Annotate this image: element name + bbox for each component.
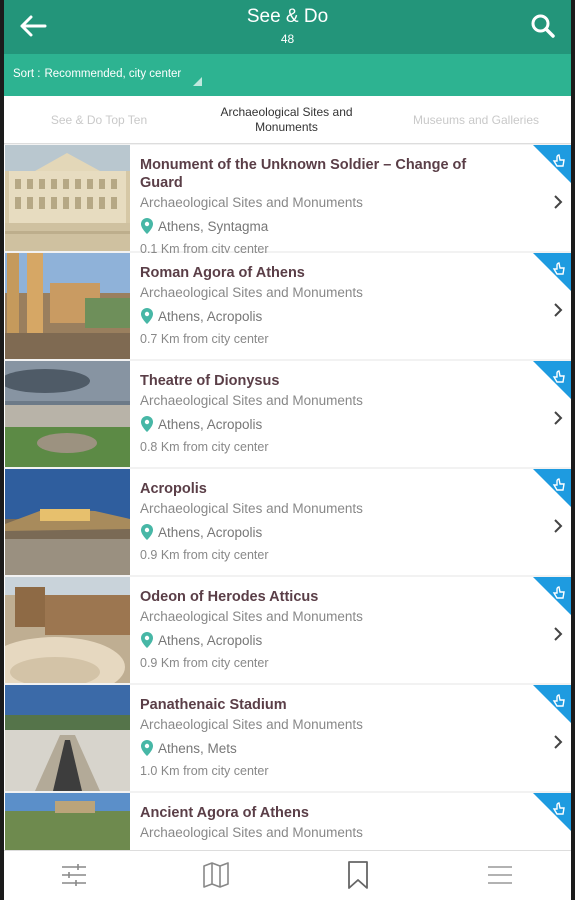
item-title: Odeon of Herodes Atticus [140,589,319,605]
app-screen: See & Do 48 Sort : Recommended, city cent… [4,0,571,900]
item-category: Archaeological Sites and Monuments [140,609,363,624]
sort-selector[interactable]: Sort : Recommended, city center [4,54,571,96]
list-item[interactable]: Panathenaic Stadium Archaeological Sites… [4,685,571,791]
tab-museums[interactable]: Museums and Galleries [396,96,556,144]
sort-text: Sort : Recommended, city center [13,68,181,80]
thumbs-up-badge-icon [533,685,571,723]
item-location: Athens, Mets [140,739,237,757]
item-location: Athens, Acropolis [140,307,262,325]
thumbs-up-badge-icon [533,793,571,831]
item-title: Ancient Agora of Athens [140,805,309,821]
sort-label: Sort : [13,68,41,80]
list-item[interactable]: Odeon of Herodes Atticus Archaeological … [4,577,571,683]
item-location-text: Athens, Acropolis [158,417,263,432]
item-location-text: Athens, Acropolis [158,525,263,540]
item-photo [5,361,130,467]
item-category: Archaeological Sites and Monuments [140,825,363,840]
item-location-text: Athens, Syntagma [158,219,269,234]
item-title: Roman Agora of Athens [140,265,305,281]
tab-top-ten[interactable]: See & Do Top Ten [24,96,174,144]
item-location: Athens, Acropolis [140,415,262,433]
map-pin-icon [141,524,153,540]
filter-icon[interactable] [58,859,90,891]
bookmark-icon[interactable] [342,859,374,891]
category-tabs: See & Do Top Ten Archaeological Sites an… [4,96,571,144]
map-pin-icon [141,308,153,324]
item-location-text: Athens, Acropolis [158,633,263,648]
app-bar: See & Do 48 [4,0,571,54]
item-location: Athens, Syntagma [140,217,268,235]
item-category: Archaeological Sites and Monuments [140,195,363,210]
item-distance: 1.0 Km from city center [140,764,269,778]
item-distance: 0.9 Km from city center [140,656,269,670]
map-pin-icon [141,740,153,756]
item-location-text: Athens, Mets [158,741,237,756]
item-photo [5,469,130,575]
list-item[interactable]: Theatre of Dionysus Archaeological Sites… [4,361,571,467]
thumbs-up-badge-icon [533,361,571,399]
tab-archaeological-sites[interactable]: Archaeological Sites and Monuments [204,96,369,144]
item-category: Archaeological Sites and Monuments [140,717,363,732]
item-distance: 0.9 Km from city center [140,548,269,562]
item-category: Archaeological Sites and Monuments [140,285,363,300]
item-location-text: Athens, Acropolis [158,309,263,324]
item-photo [5,685,130,791]
chevron-right-icon [554,627,563,641]
item-title: Panathenaic Stadium [140,697,287,713]
item-category: Archaeological Sites and Monuments [140,393,363,408]
result-count: 48 [280,32,295,46]
item-location: Athens, Acropolis [140,631,262,649]
sort-value: Recommended, city center [44,68,182,80]
thumbs-up-badge-icon [533,469,571,507]
list-item[interactable]: Monument of the Unknown Soldier – Change… [4,145,571,256]
item-photo [5,253,130,359]
item-photo [5,577,130,683]
chevron-right-icon [554,519,563,533]
item-distance: 0.8 Km from city center [140,440,269,454]
dropdown-corner-icon [193,77,202,86]
search-icon[interactable] [523,6,563,46]
item-title: Monument of the Unknown Soldier – Change… [140,157,467,191]
item-title: Acropolis [140,481,207,497]
chevron-right-icon [554,195,563,209]
list-item[interactable]: Acropolis Archaeological Sites and Monum… [4,469,571,575]
map-pin-icon [141,632,153,648]
item-distance: 0.7 Km from city center [140,332,269,346]
item-title: Theatre of Dionysus [140,373,280,389]
bottom-nav [4,850,571,900]
list-item[interactable]: Roman Agora of Athens Archaeological Sit… [4,253,571,359]
map-icon[interactable] [200,859,232,891]
menu-icon[interactable] [484,859,516,891]
map-pin-icon [141,416,153,432]
thumbs-up-badge-icon [533,253,571,291]
map-pin-icon [141,218,153,234]
thumbs-up-badge-icon [533,145,571,183]
thumbs-up-badge-icon [533,577,571,615]
chevron-right-icon [554,303,563,317]
chevron-right-icon [554,735,563,749]
item-location: Athens, Acropolis [140,523,262,541]
chevron-right-icon [554,411,563,425]
page-title: See & Do [246,6,329,27]
item-photo [5,145,130,251]
item-category: Archaeological Sites and Monuments [140,501,363,516]
